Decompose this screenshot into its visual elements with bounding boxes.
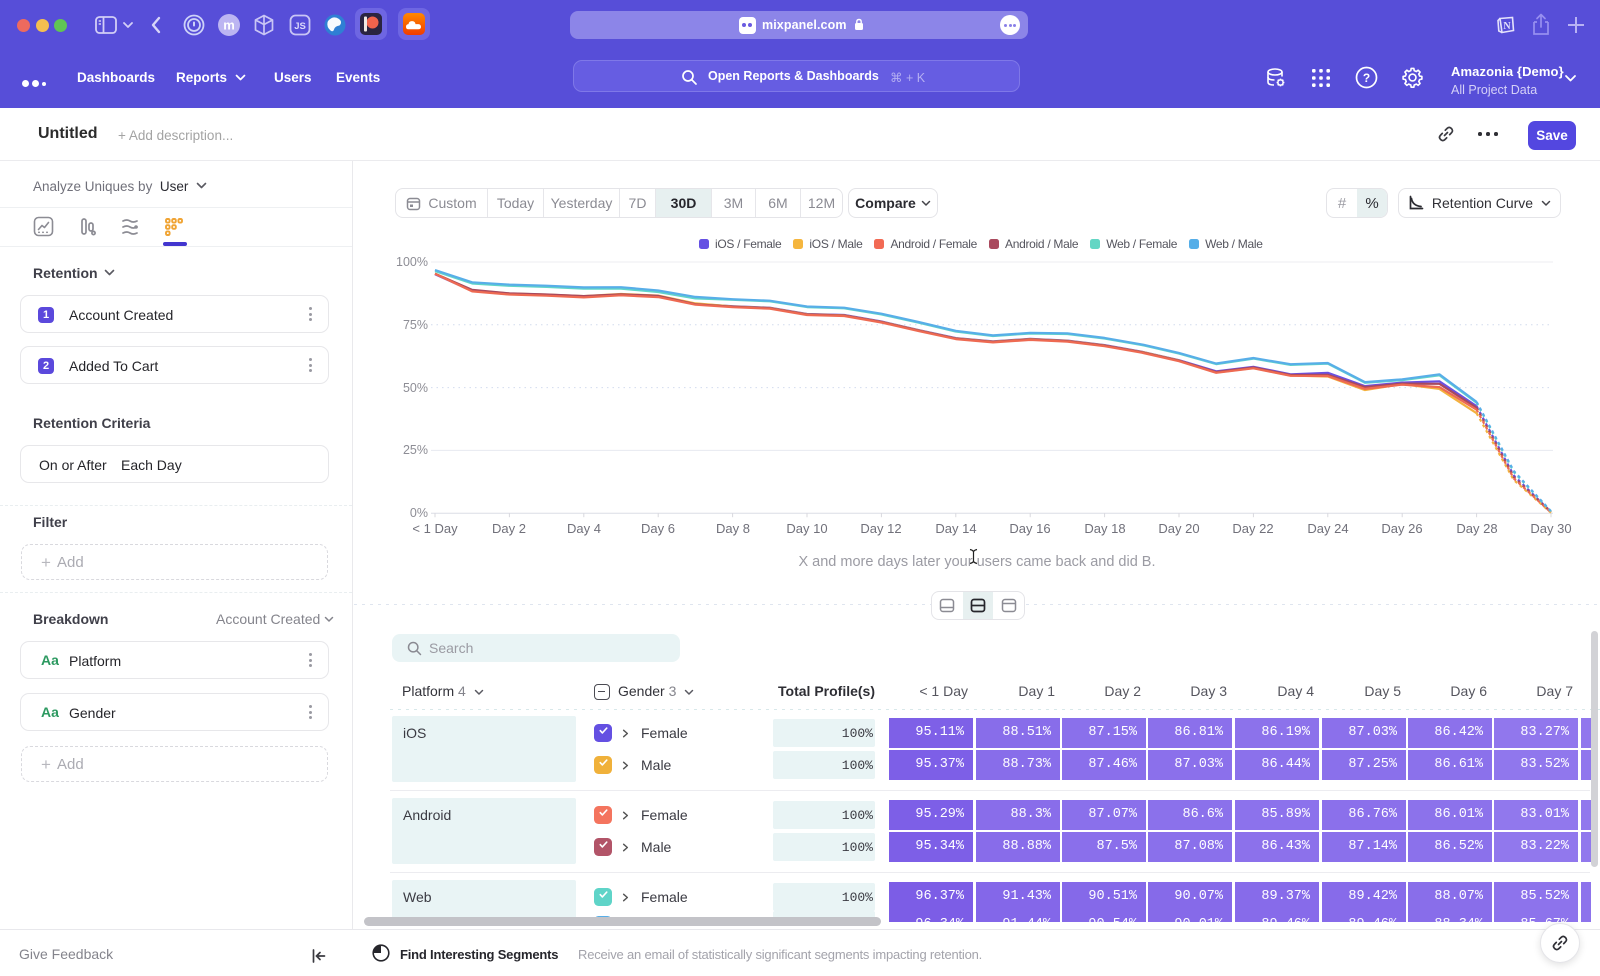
svg-text:JS: JS — [294, 21, 306, 32]
svg-text:N: N — [1503, 21, 1511, 32]
svg-text:m: m — [223, 18, 235, 33]
svg-text:?: ? — [1363, 71, 1370, 85]
